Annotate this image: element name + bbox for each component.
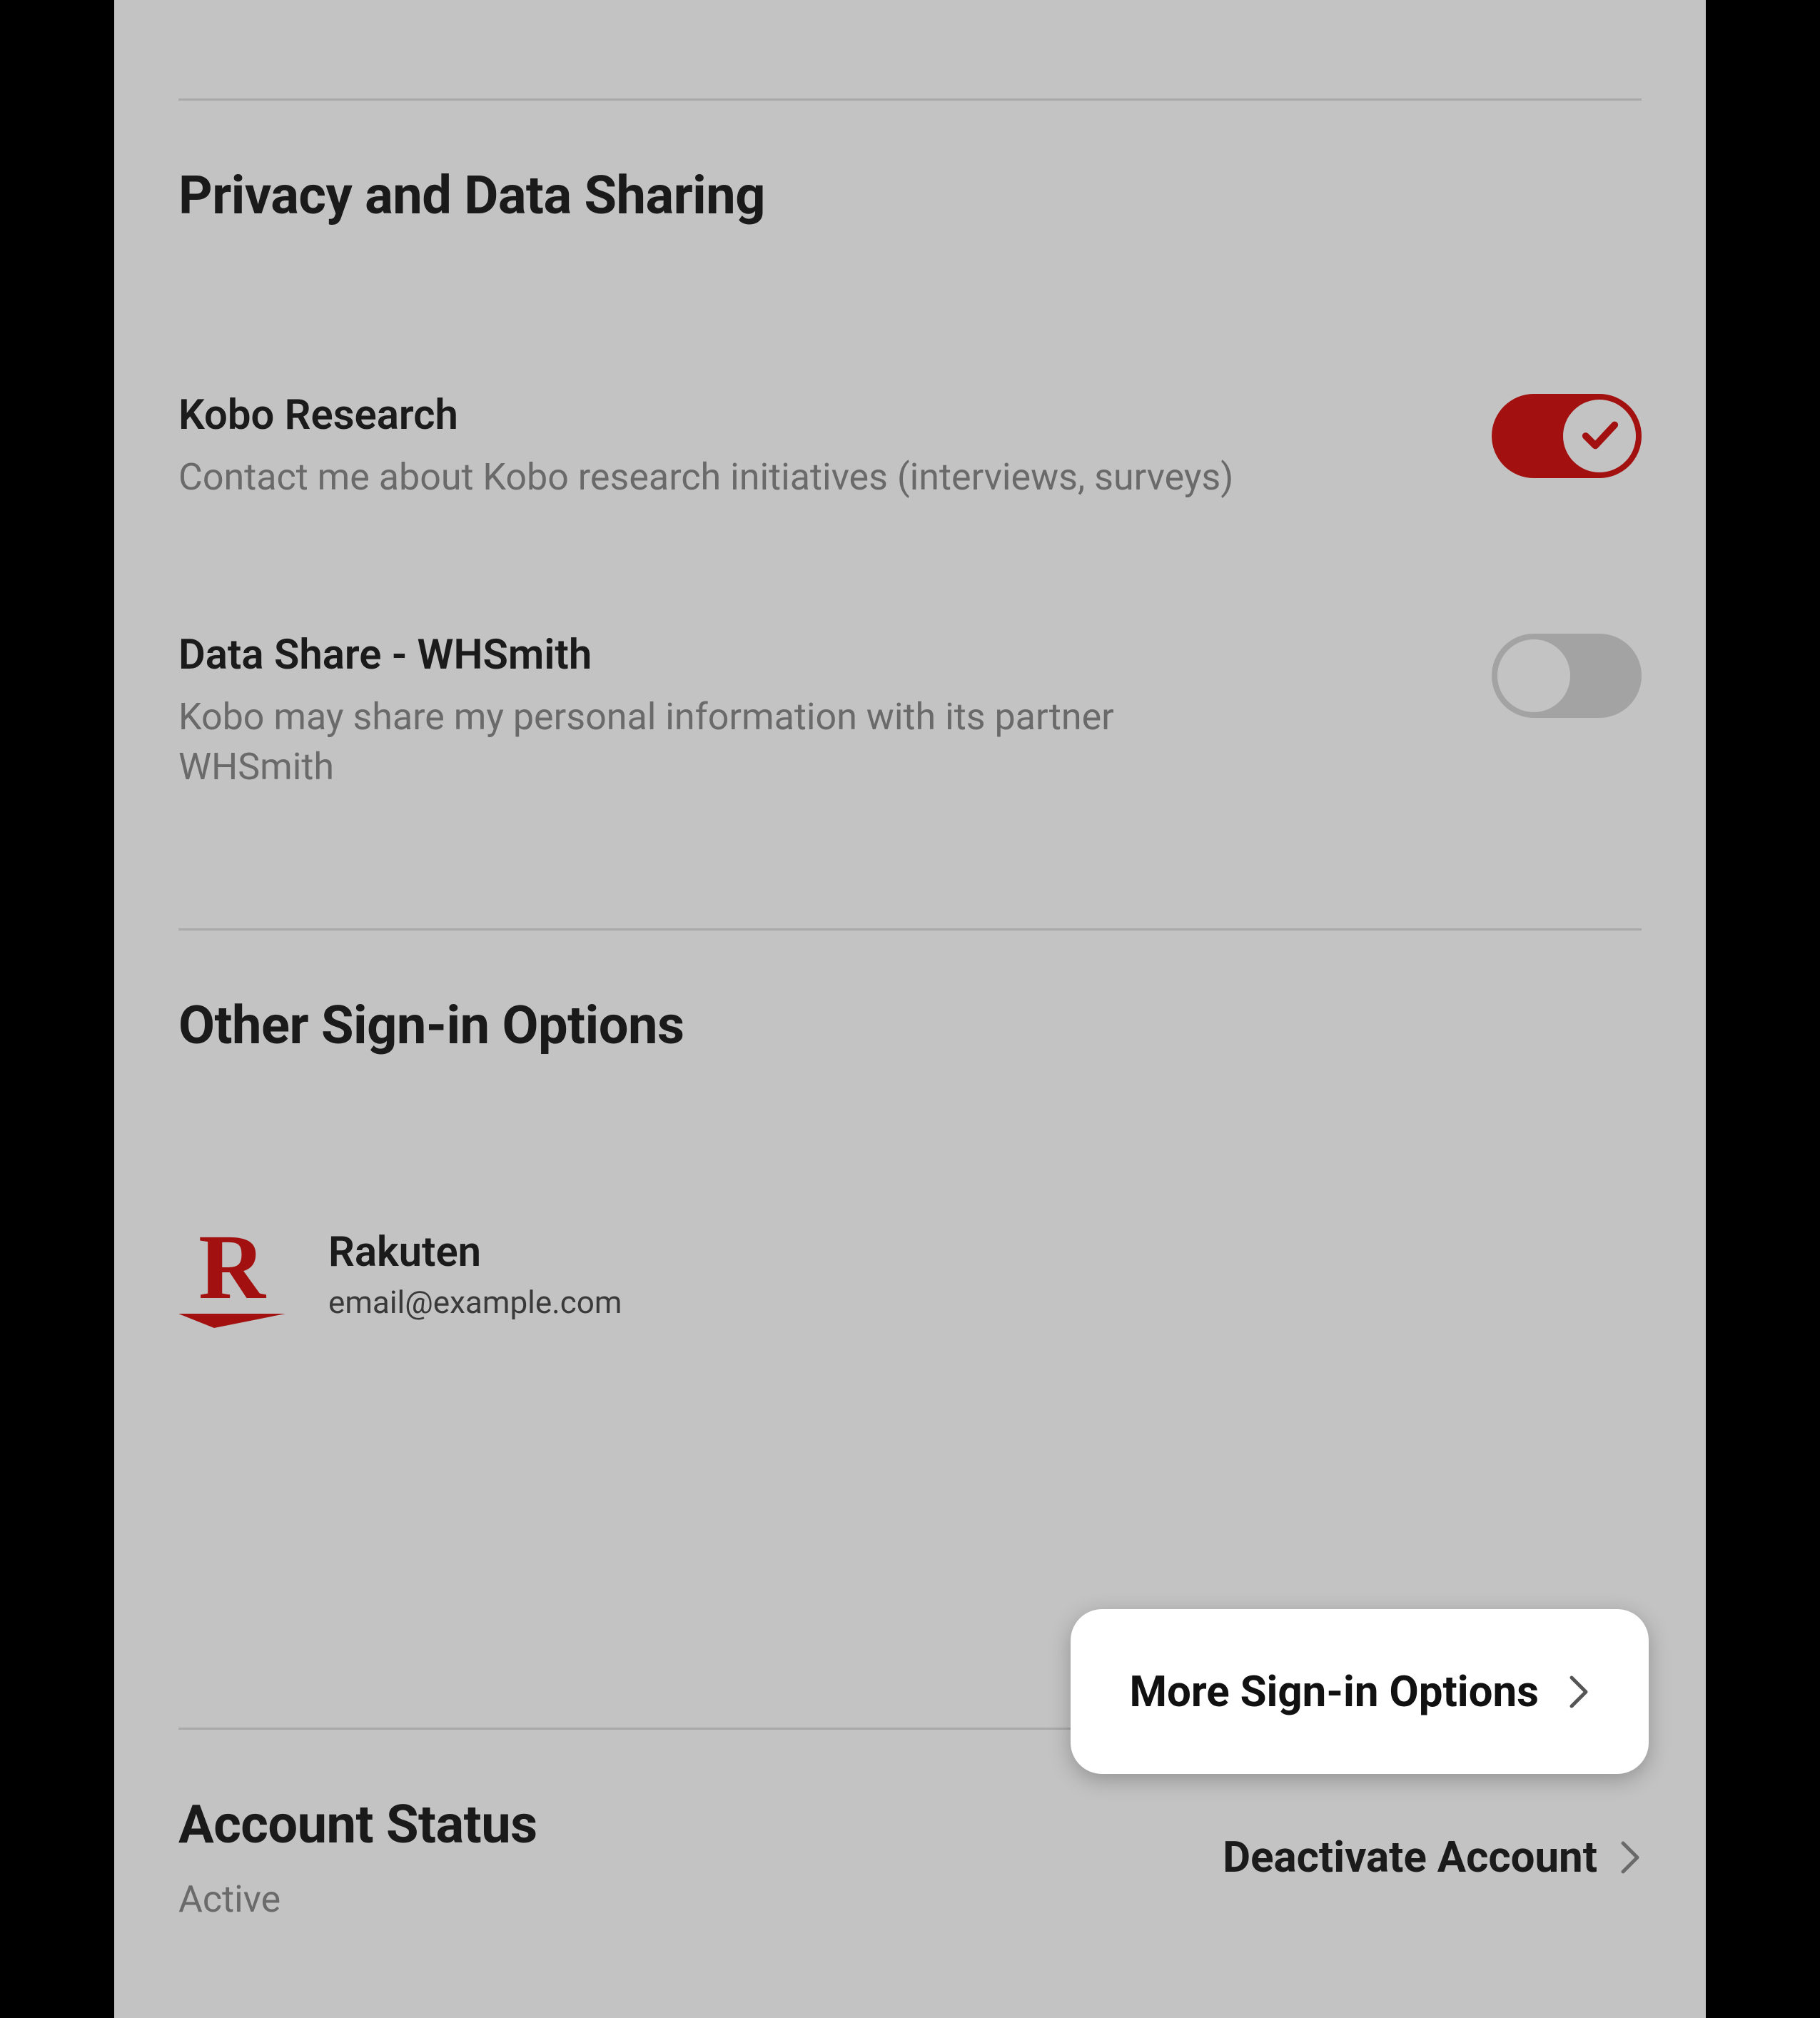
signin-provider-name: Rakuten	[328, 1228, 622, 1277]
deactivate-account-label: Deactivate Account	[1223, 1832, 1597, 1882]
more-signin-options-label: More Sign-in Options	[1129, 1666, 1539, 1717]
check-icon	[1579, 414, 1620, 458]
status-section-title: Account Status	[178, 1794, 537, 1856]
section-divider	[178, 98, 1642, 101]
chevron-right-icon	[1567, 1675, 1590, 1709]
account-status-value: Active	[178, 1877, 537, 1921]
setting-description: Kobo may share my personal information w…	[178, 692, 1249, 792]
signin-provider-email: email@example.com	[328, 1284, 622, 1321]
toggle-knob	[1497, 639, 1570, 712]
setting-row-data-share-whsmith: Data Share - WHSmith Kobo may share my p…	[178, 631, 1642, 792]
more-signin-options-popover[interactable]: More Sign-in Options	[1071, 1609, 1649, 1774]
privacy-section-title: Privacy and Data Sharing	[178, 165, 1642, 227]
signin-section-title: Other Sign-in Options	[178, 995, 1642, 1057]
toggle-kobo-research[interactable]	[1492, 394, 1642, 478]
toggle-data-share-whsmith[interactable]	[1492, 634, 1642, 718]
rakuten-logo-icon: R	[178, 1221, 285, 1328]
setting-title: Data Share - WHSmith	[178, 631, 1249, 679]
deactivate-account-button[interactable]: Deactivate Account	[1223, 1832, 1642, 1882]
chevron-right-icon	[1619, 1840, 1642, 1875]
toggle-knob	[1563, 400, 1636, 472]
settings-panel: Privacy and Data Sharing Kobo Research C…	[114, 0, 1706, 2018]
setting-row-kobo-research: Kobo Research Contact me about Kobo rese…	[178, 391, 1642, 502]
signin-provider-row[interactable]: R Rakuten email@example.com	[178, 1221, 1642, 1328]
section-divider	[178, 928, 1642, 931]
setting-title: Kobo Research	[178, 391, 1249, 440]
setting-description: Contact me about Kobo research initiativ…	[178, 452, 1249, 502]
